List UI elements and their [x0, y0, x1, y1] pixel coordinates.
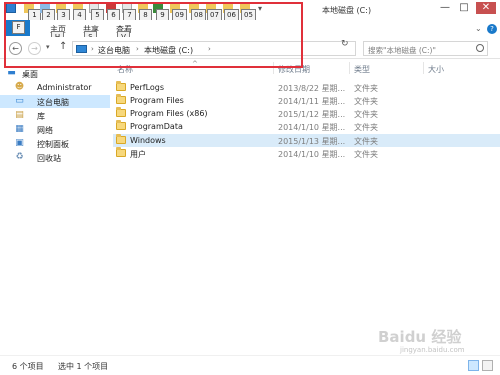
- column-header-type[interactable]: 类型: [354, 64, 370, 75]
- computer-icon: ▭: [15, 96, 24, 106]
- column-divider[interactable]: [423, 62, 424, 74]
- up-button[interactable]: ↑: [59, 41, 67, 52]
- file-date: 2015/1/12 星期...: [278, 110, 346, 119]
- file-name: Windows: [130, 136, 166, 145]
- minimize-button[interactable]: —: [437, 2, 453, 14]
- back-button[interactable]: ←: [9, 42, 22, 55]
- table-row[interactable]: Windows 2015/1/13 星期... 文件夹: [113, 134, 500, 147]
- watermark-url: jingyan.baidu.com: [400, 346, 465, 354]
- file-type: 文件夹: [354, 97, 378, 106]
- sidebar-item-network[interactable]: ▦ 网络: [0, 123, 110, 136]
- refresh-icon[interactable]: ↻: [341, 39, 349, 49]
- explorer-window-icon[interactable]: [6, 3, 16, 13]
- file-type: 文件夹: [354, 137, 378, 146]
- details-view-icon[interactable]: [468, 360, 479, 371]
- ribbon-tabs: F 主页 H 共享 S 查看 V: [0, 20, 500, 44]
- close-button[interactable]: ✕: [476, 2, 496, 14]
- breadcrumb-separator[interactable]: ›: [208, 45, 211, 53]
- column-divider[interactable]: [273, 62, 274, 74]
- sort-ascending-icon: ^: [192, 60, 198, 68]
- column-header-date[interactable]: 修改日期: [278, 64, 310, 75]
- file-name: ProgramData: [130, 122, 183, 131]
- file-date: 2013/8/22 星期...: [278, 84, 346, 93]
- search-input[interactable]: 搜索"本地磁盘 (C:)": [363, 41, 488, 56]
- file-type: 文件夹: [354, 110, 378, 119]
- sidebar-item-library[interactable]: ▤ 库: [0, 109, 110, 122]
- folder-icon: [116, 107, 126, 117]
- recycle-bin-icon: ♻: [15, 152, 24, 162]
- qat-customize-icon[interactable]: ▾: [258, 4, 262, 13]
- search-placeholder: 搜索"本地磁盘 (C:)": [368, 46, 436, 55]
- file-date: 2014/1/10 星期...: [278, 150, 346, 159]
- address-bar[interactable]: › 这台电脑 › 本地磁盘 (C:) › ⌄: [72, 41, 410, 56]
- sidebar-item-desktop[interactable]: ▬ 桌面: [0, 67, 110, 80]
- selection-count: 选中 1 个项目: [58, 362, 109, 371]
- column-header-name[interactable]: 名称: [117, 64, 133, 75]
- window-title: 本地磁盘 (C:): [322, 6, 372, 15]
- folder-icon: [116, 94, 126, 104]
- breadcrumb-separator[interactable]: ›: [136, 45, 139, 53]
- baidu-watermark: Baidu 经验: [378, 328, 462, 346]
- folder-icon: [116, 81, 126, 91]
- file-date: 2015/1/13 星期...: [278, 137, 346, 146]
- sidebar-item-label: Administrator: [37, 83, 92, 92]
- table-row[interactable]: PerfLogs 2013/8/22 星期... 文件夹: [113, 81, 500, 94]
- file-name: 用户: [130, 150, 146, 159]
- table-row[interactable]: 用户 2014/1/10 星期... 文件夹: [113, 147, 500, 160]
- file-name: Program Files (x86): [130, 109, 208, 118]
- library-icon: ▤: [15, 110, 24, 120]
- file-type: 文件夹: [354, 123, 378, 132]
- file-date: 2014/1/11 星期...: [278, 97, 346, 106]
- address-row: ← → ▾ ↑ › 这台电脑 › 本地磁盘 (C:) › ⌄ ↻ 搜索"本地磁盘…: [0, 37, 500, 59]
- sidebar-item-control-panel[interactable]: ▣ 控制面板: [0, 137, 110, 150]
- status-bar: 6 个项目 选中 1 个项目: [0, 355, 500, 375]
- file-type: 文件夹: [354, 84, 378, 93]
- folder-icon: [116, 147, 126, 157]
- sidebar-item-label: 控制面板: [37, 140, 69, 149]
- recent-locations-icon[interactable]: ▾: [46, 43, 50, 51]
- sidebar-item-this-pc[interactable]: ▭ 这台电脑: [0, 95, 110, 108]
- sidebar-item-recycle-bin[interactable]: ♻ 回收站: [0, 151, 110, 164]
- desktop-icon: ▬: [7, 68, 16, 78]
- table-row[interactable]: Program Files 2014/1/11 星期... 文件夹: [113, 94, 500, 107]
- file-date: 2014/1/10 星期...: [278, 123, 346, 132]
- file-list: ^ 名称 修改日期 类型 大小 PerfLogs 2013/8/22 星期...…: [113, 60, 500, 355]
- help-icon[interactable]: ?: [487, 24, 497, 34]
- search-icon[interactable]: [476, 44, 484, 52]
- column-divider[interactable]: [349, 62, 350, 74]
- navigation-pane: ▬ 桌面 ☻ Administrator ▭ 这台电脑 ▤ 库 ▦ 网络 ▣ 控…: [0, 60, 110, 355]
- file-name: PerfLogs: [130, 83, 165, 92]
- file-name: Program Files: [130, 96, 184, 105]
- sidebar-item-label: 网络: [37, 126, 53, 135]
- network-icon: ▦: [15, 124, 24, 134]
- sidebar-item-label: 回收站: [37, 154, 61, 163]
- control-panel-icon: ▣: [15, 138, 24, 148]
- sidebar-item-label: 库: [37, 112, 45, 121]
- sidebar-item-label: 桌面: [22, 70, 38, 79]
- large-icons-view-icon[interactable]: [482, 360, 493, 371]
- sidebar-item-label: 这台电脑: [37, 98, 69, 107]
- folder-icon: [116, 120, 126, 130]
- forward-button[interactable]: →: [28, 42, 41, 55]
- breadcrumb-separator[interactable]: ›: [91, 45, 94, 53]
- keytip-badge: F: [12, 21, 25, 34]
- column-header-size[interactable]: 大小: [428, 64, 444, 75]
- breadcrumb-local-disk[interactable]: 本地磁盘 (C:): [144, 45, 193, 56]
- table-row[interactable]: ProgramData 2014/1/10 星期... 文件夹: [113, 120, 500, 133]
- this-pc-icon: [76, 45, 87, 53]
- tab-file[interactable]: F: [6, 20, 30, 36]
- file-type: 文件夹: [354, 150, 378, 159]
- folder-icon: [116, 134, 126, 144]
- expand-ribbon-icon[interactable]: ⌄: [475, 24, 482, 33]
- user-icon: ☻: [14, 82, 25, 92]
- breadcrumb-this-pc[interactable]: 这台电脑: [98, 45, 130, 56]
- maximize-button[interactable]: □: [456, 2, 472, 14]
- item-count: 6 个项目: [12, 362, 44, 371]
- sidebar-item-administrator[interactable]: ☻ Administrator: [0, 81, 110, 94]
- title-bar: 1 2 3 4 5 6 7 8 9 09 08 07 06 05 ▾ 本地磁盘 …: [0, 0, 500, 22]
- table-row[interactable]: Program Files (x86) 2015/1/12 星期... 文件夹: [113, 107, 500, 120]
